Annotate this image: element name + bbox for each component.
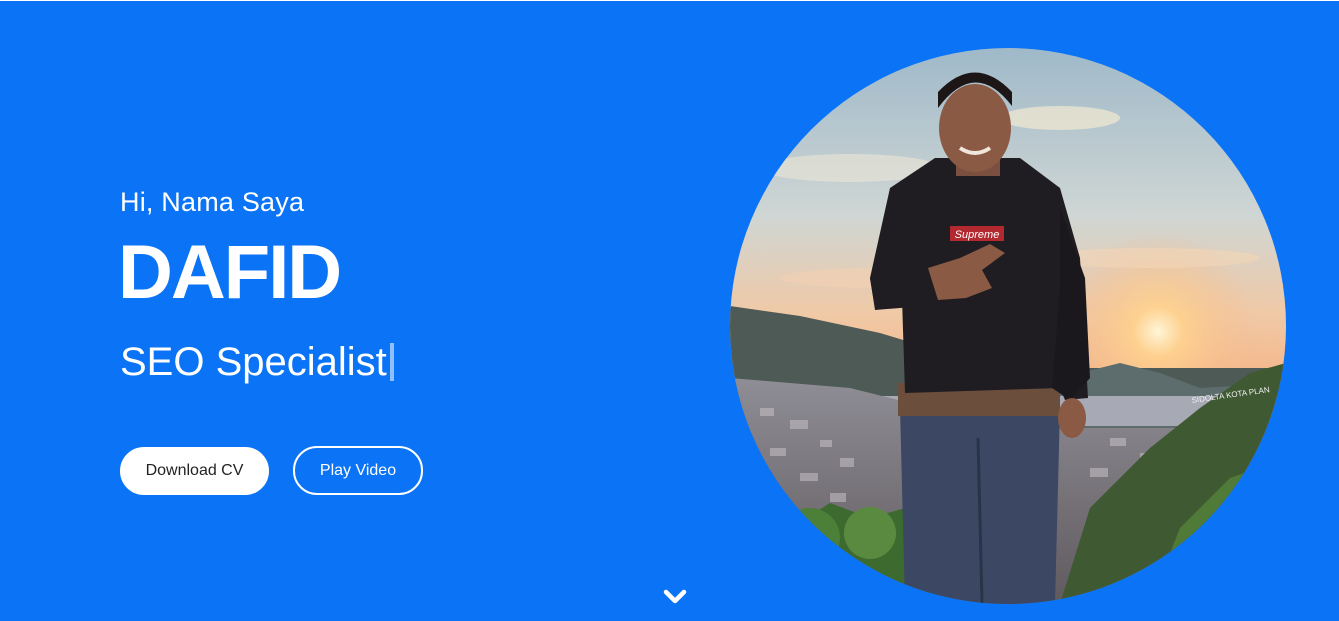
chevron-down-icon bbox=[663, 589, 687, 604]
scroll-down-button[interactable] bbox=[662, 587, 688, 607]
download-cv-button[interactable]: Download CV bbox=[120, 447, 269, 495]
shirt-logo: Supreme bbox=[955, 229, 1000, 241]
play-video-label: Play Video bbox=[319, 461, 397, 479]
download-cv-label: Download CV bbox=[145, 462, 244, 479]
typing-cursor bbox=[389, 343, 394, 381]
role-text: SEO Specialist bbox=[120, 340, 387, 384]
greeting-text: Hi, Nama Saya bbox=[120, 187, 305, 217]
hero-section: Hi, Nama Saya DAFID SEO Specialist Downl… bbox=[0, 1, 1339, 621]
role-line: SEO Specialist bbox=[120, 342, 394, 382]
profile-photo: SIDOLTA KOTA PLAN Supreme bbox=[730, 48, 1286, 604]
hero-name: DAFID bbox=[118, 230, 342, 315]
play-video-button[interactable]: Play Video bbox=[293, 446, 423, 495]
